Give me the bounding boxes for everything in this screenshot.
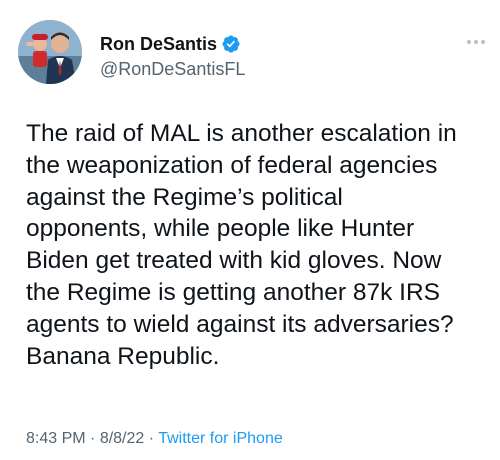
meta-separator: · — [85, 430, 100, 447]
tweet-card: Ron DeSantis @RonDeSantisFL The raid of … — [0, 0, 500, 460]
tweet-source-link[interactable]: Twitter for iPhone — [158, 430, 283, 447]
tweet-time[interactable]: 8:43 PM — [26, 430, 86, 447]
avatar-image — [18, 20, 82, 84]
user-handle[interactable]: @RonDeSantisFL — [100, 58, 245, 80]
verified-badge-icon — [222, 35, 240, 53]
display-name[interactable]: Ron DeSantis — [100, 33, 217, 55]
tweet-metadata: 8:43 PM · 8/8/22 · Twitter for iPhone — [26, 429, 283, 449]
more-options-icon[interactable] — [464, 32, 488, 52]
tweet-date[interactable]: 8/8/22 — [100, 430, 144, 447]
avatar[interactable] — [18, 20, 82, 84]
tweet-text: The raid of MAL is another escalation in… — [26, 120, 457, 370]
author-name-row: Ron DeSantis — [100, 33, 241, 55]
meta-separator: · — [144, 430, 159, 447]
